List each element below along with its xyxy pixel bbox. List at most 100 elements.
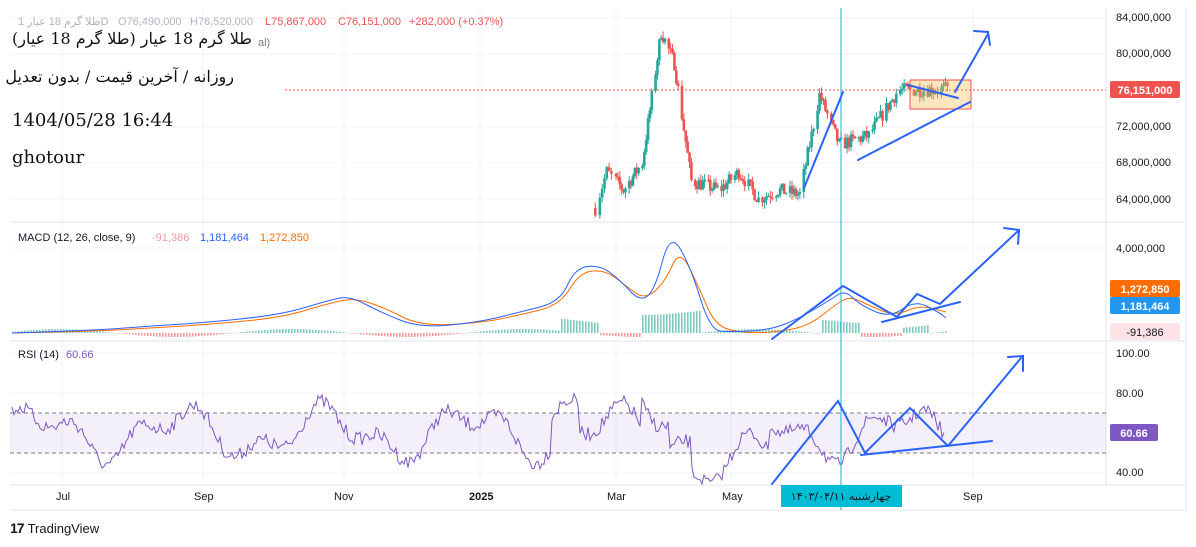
ohlc-high: H76,520,000 [190, 16, 253, 28]
rectangle-drawing[interactable] [909, 79, 972, 110]
macd-hist-bar [627, 333, 629, 337]
macd-hist-bar [156, 333, 158, 337]
candle-body [598, 197, 602, 216]
macd-hist-bar [702, 332, 704, 334]
ohlc-low: L75,867,000 [265, 16, 326, 28]
chart-overlay-datetime: 1404/05/28 16:44 [12, 110, 174, 131]
candle-body [642, 152, 646, 166]
macd-hist-bar [849, 322, 851, 333]
candle-body [605, 167, 609, 179]
rsi-value-text: 60.66 [1120, 428, 1148, 440]
candle-body [757, 197, 760, 202]
tradingview-brand[interactable]: 17 TradingView [10, 520, 99, 536]
macd-hist-bar [402, 333, 404, 337]
macd-tick-label: 4,000,000 [1116, 243, 1165, 255]
legend-suffix: al) [258, 37, 270, 49]
candle-body [812, 129, 815, 132]
candle-body [900, 88, 904, 91]
macd-hist-bar [570, 319, 572, 333]
macd-hist-bar [699, 310, 701, 333]
macd-legend-signal: 1,272,850 [260, 232, 309, 244]
candle-body [650, 90, 654, 111]
macd-hist-bar [678, 313, 680, 333]
macd-hist-bar [429, 333, 431, 337]
macd-hist-bar [585, 321, 587, 333]
macd-hist-bar [378, 333, 380, 336]
price-tick-label: 68,000,000 [1116, 157, 1171, 169]
candle-body [600, 188, 604, 198]
macd-hist-bar [213, 333, 215, 336]
macd-hist-bar [231, 333, 233, 334]
candle-body [684, 130, 688, 142]
candle-body [614, 173, 618, 177]
price-tick-label: 72,000,000 [1116, 121, 1171, 133]
macd-hist-bar [417, 333, 419, 337]
macd-hist-bar [273, 329, 275, 333]
macd-hist-bar [645, 314, 647, 333]
macd-hist-bar [375, 333, 377, 336]
macd-hist-bar [876, 333, 878, 337]
candle-body [682, 119, 686, 131]
macd-hist-bar [312, 329, 314, 333]
macd-hist-bar [462, 333, 464, 334]
candle-body [776, 194, 780, 197]
macd-hist-bar [531, 329, 533, 333]
candle-body [832, 120, 835, 125]
macd-hist-bar [150, 333, 152, 337]
candle-body [644, 140, 648, 153]
candle-body [729, 174, 733, 180]
macd-hist-bar [252, 330, 254, 333]
candle-body [620, 184, 623, 190]
macd-hist-bar [864, 333, 866, 337]
macd-hist-bar [684, 312, 686, 333]
macd-hist-bar [714, 331, 716, 333]
macd-hist-bar [576, 320, 578, 333]
macd-hist-bar [828, 320, 830, 333]
macd-hist-bar [855, 322, 857, 333]
macd-hist-bar [339, 331, 341, 333]
macd-value-text: 1,181,464 [1121, 301, 1171, 313]
candle-body [641, 165, 644, 169]
rsi-legend-title: RSI (14) [18, 349, 59, 361]
macd-hist-bar [210, 333, 212, 336]
macd-hist-bar [918, 326, 920, 333]
macd-hist-bar [591, 322, 593, 333]
candle-body [798, 192, 802, 195]
macd-hist-bar [399, 333, 401, 337]
macd-hist-bar [663, 314, 665, 333]
macd-hist-bar [147, 333, 149, 336]
macd-hist-bar [666, 314, 668, 333]
macd-hist-bar [825, 320, 827, 333]
macd-hist-bar [630, 333, 632, 337]
macd-hist-bar [546, 329, 548, 333]
macd-hist-bar [465, 332, 467, 334]
rsi-tick-label: 100.00 [1116, 348, 1150, 360]
candle-body [701, 181, 705, 190]
macd-hist-bar [351, 333, 353, 334]
candle-body [765, 196, 768, 201]
time-tick-label: Nov [334, 491, 354, 503]
macd-hist-bar [159, 333, 161, 337]
macd-hist-bar [897, 333, 899, 337]
macd-hist-bar [906, 327, 908, 333]
ohlc-change: +282,000 (+0.37%) [409, 16, 503, 28]
macd-hist-bar [282, 329, 284, 333]
macd-hist-bar [552, 330, 554, 333]
rsi-legend-value: 60.66 [66, 349, 94, 361]
macd-hist-bar [333, 331, 335, 333]
chart-overlay-title: (طلا گرم 18 عیار (طلا گرم 18 عیار [12, 29, 253, 48]
candle-body [624, 188, 627, 193]
candle-body [607, 167, 611, 172]
macd-hist-bar [486, 330, 488, 333]
macd-hist-bar [117, 333, 119, 334]
macd-hist-bar [204, 333, 206, 336]
macd-hist-bar [300, 329, 302, 333]
macd-hist-bar [249, 331, 251, 333]
macd-hist-bar [669, 313, 671, 333]
candle-body [686, 141, 689, 153]
candle-body [675, 70, 678, 84]
macd-hist-bar [183, 333, 185, 337]
macd-hist-bar [522, 329, 524, 333]
macd-hist-bar [516, 329, 518, 333]
macd-hist-bar [357, 333, 359, 334]
